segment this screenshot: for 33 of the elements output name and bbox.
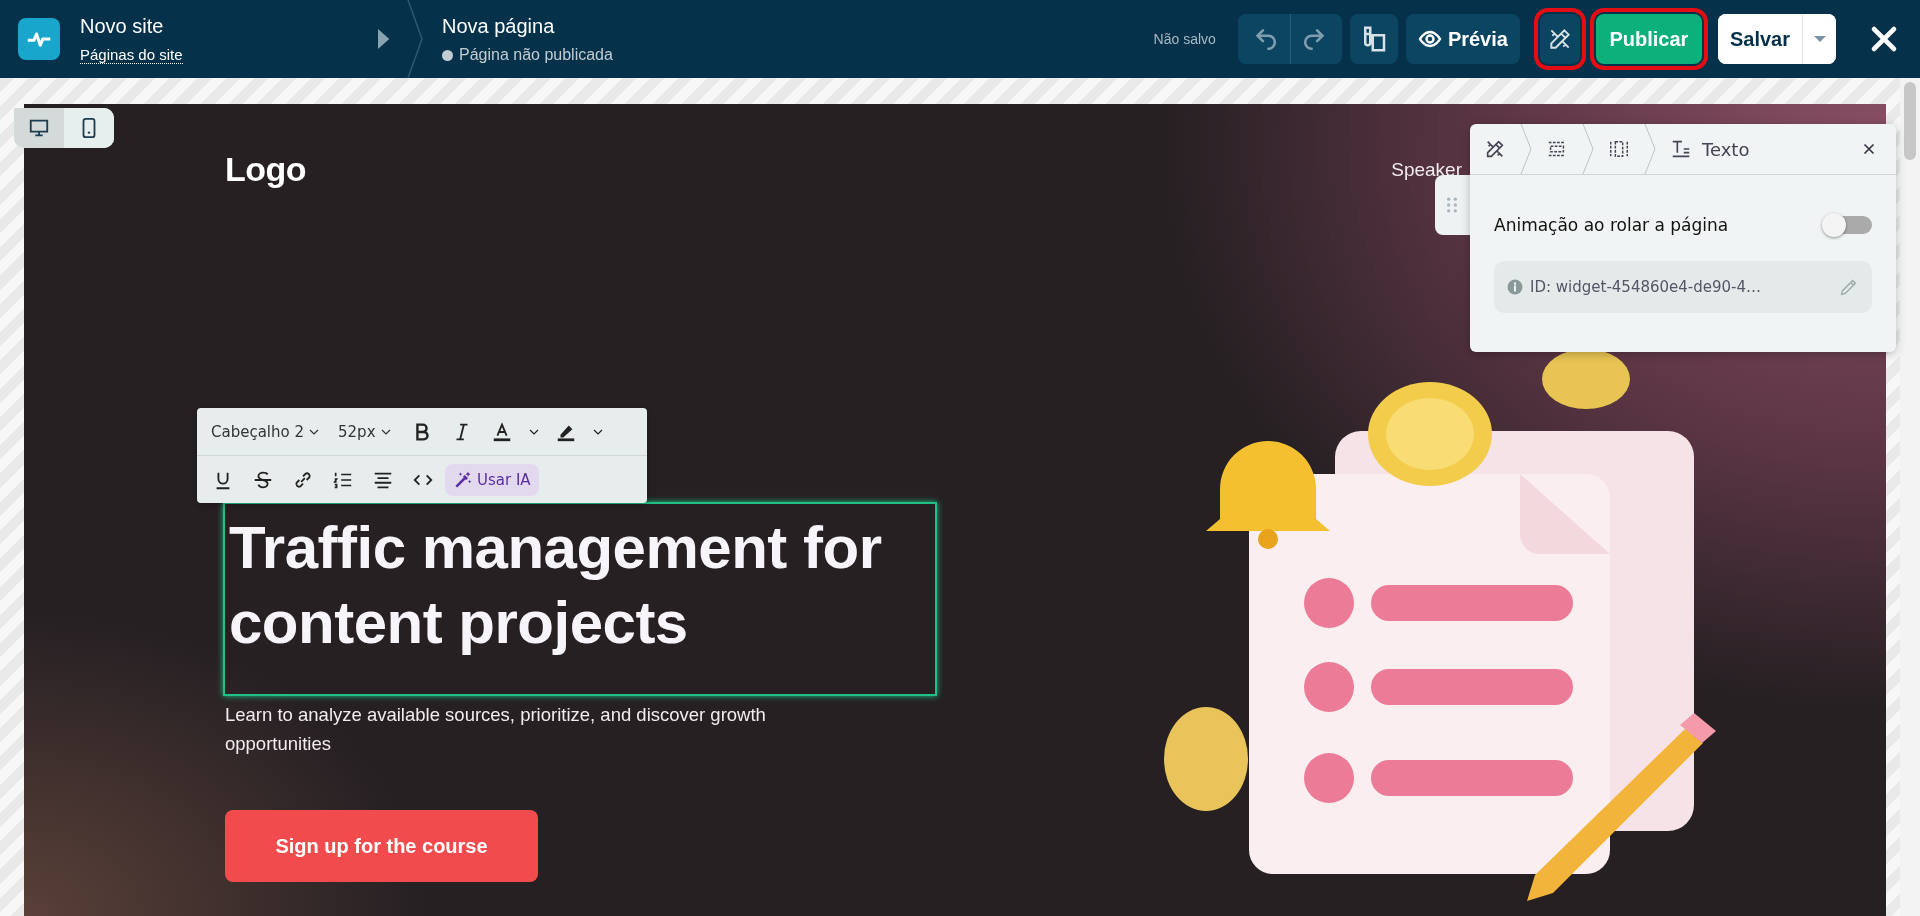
info-icon — [1506, 278, 1524, 296]
hero-subtitle: Learn to analyze available sources, prioritize, and discover growth opportunities — [225, 703, 767, 756]
site-logo: Logo — [225, 150, 307, 189]
redo-button[interactable] — [1289, 14, 1342, 64]
desktop-view-button[interactable] — [14, 108, 64, 148]
setting-label: Animação ao rolar a página — [1494, 215, 1729, 235]
nav-link[interactable]: Speaker — [1391, 158, 1462, 181]
scrollbar[interactable] — [1900, 78, 1920, 916]
hero-heading: Traffic management for content projects — [229, 513, 883, 658]
save-status: Não salvo — [1153, 31, 1216, 47]
styles-button[interactable] — [1349, 14, 1398, 64]
page-status: Página não publicada — [459, 46, 613, 64]
caret-icon — [1813, 36, 1826, 42]
block-style-dropdown[interactable]: Cabeçalho 2 — [205, 418, 329, 445]
font-size-dropdown[interactable]: 52px — [332, 418, 400, 445]
preview-button[interactable]: Prévia — [1405, 14, 1520, 64]
site-pages-link[interactable]: Páginas do site — [80, 46, 183, 64]
breadcrumb-item[interactable]: Texto — [1656, 124, 1764, 174]
save-menu-button[interactable] — [1802, 14, 1836, 64]
widget-id: ID: widget-454860e4-de90-4… — [1530, 278, 1762, 296]
signup-button[interactable]: Sign up for the course — [225, 810, 538, 882]
site-title: Novo site — [80, 14, 165, 38]
monitor-icon — [28, 117, 50, 139]
status-dot — [442, 49, 453, 61]
chevron-separator-icon — [1520, 124, 1532, 174]
text-icon — [1670, 138, 1692, 160]
chevron-separator-icon — [1644, 124, 1656, 174]
column-icon — [1608, 138, 1630, 160]
ai-button[interactable]: Usar IA — [445, 463, 539, 496]
page-title: Nova página — [442, 14, 556, 38]
chevron-separator-icon — [1582, 124, 1594, 174]
toggle-switch[interactable] — [1824, 216, 1872, 234]
pencil-ruler-icon — [1484, 138, 1506, 160]
